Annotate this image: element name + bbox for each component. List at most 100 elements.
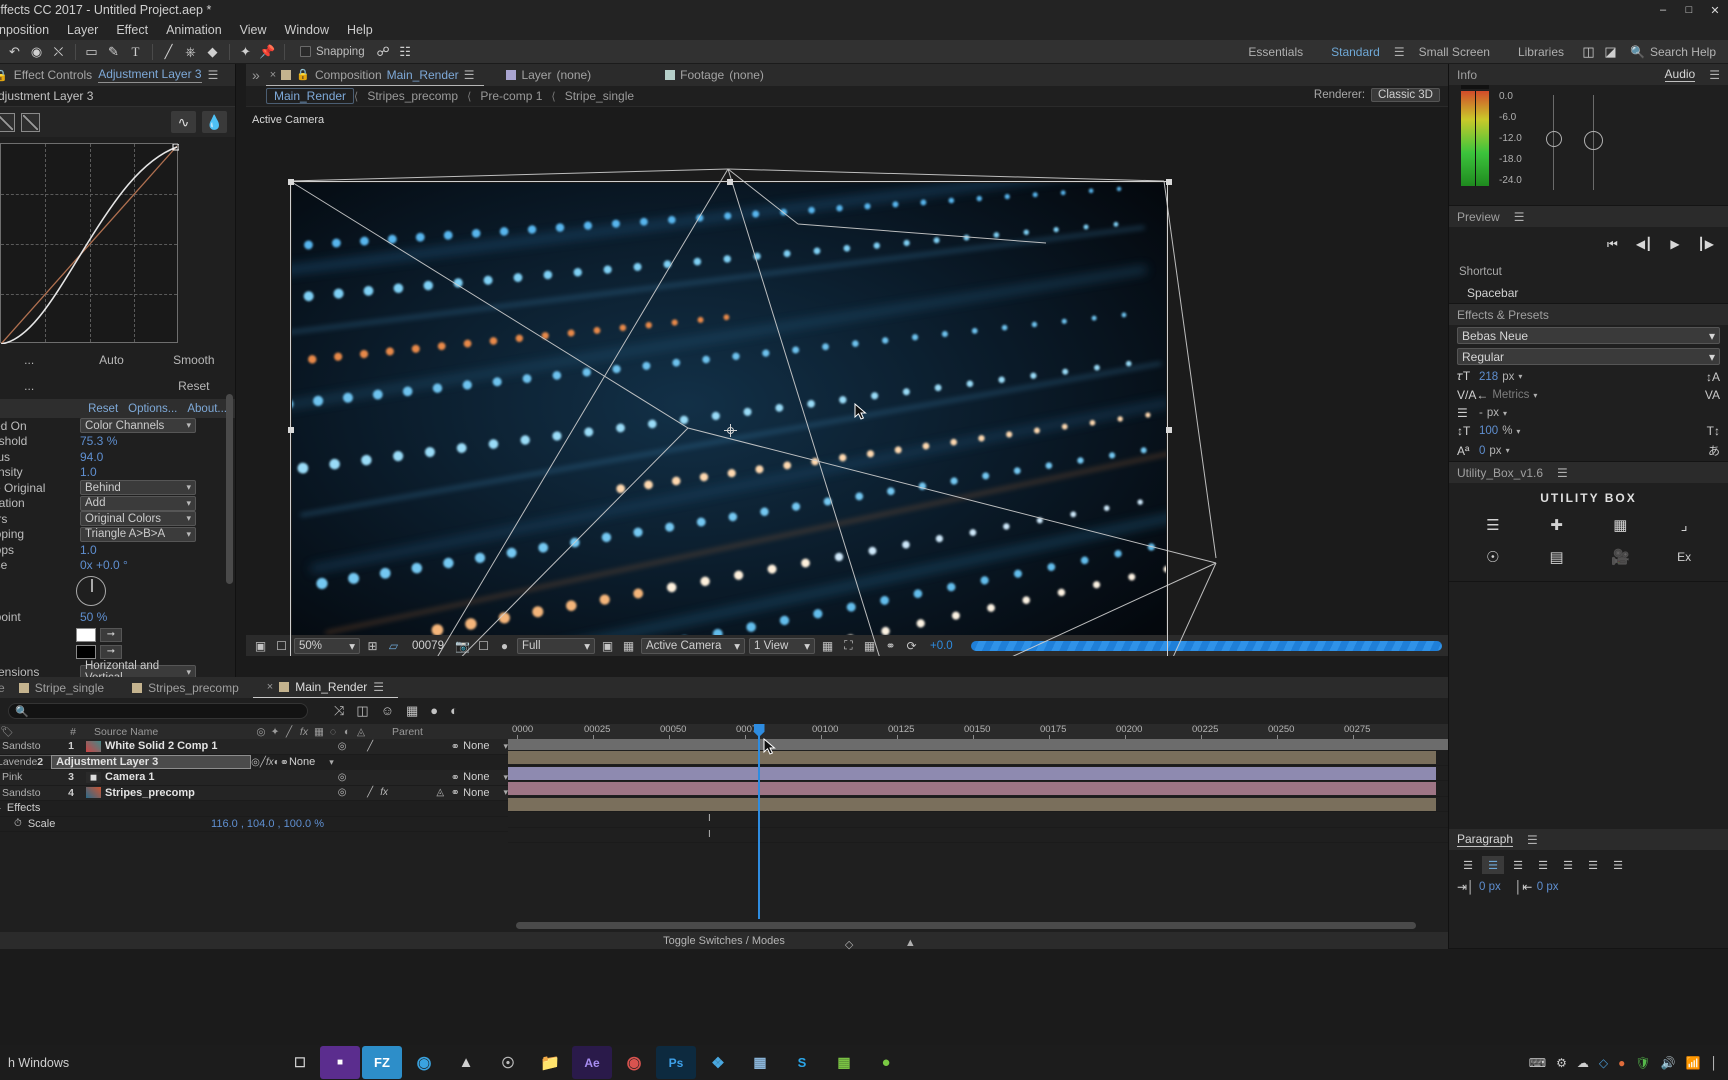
indent-right-field[interactable]: │⇤ 0 px [1515, 880, 1559, 894]
zoom-level-select[interactable]: 50% ▾ [294, 637, 360, 654]
param-select-looping[interactable]: Triangle A>B>A ▾ [80, 526, 196, 542]
curve-smooth-button[interactable]: Smooth [153, 353, 235, 367]
video-toggle-icon[interactable]: ◎ [251, 757, 260, 768]
grid-icon[interactable]: ☷ [395, 41, 416, 62]
menu-item-composition[interactable]: nposition [0, 23, 58, 37]
align-lines-icon[interactable]: ☰ [1463, 511, 1523, 539]
horizontal-scale-icon[interactable]: T↕ [1707, 424, 1720, 438]
effect-about-link[interactable]: About... [187, 403, 227, 415]
taskbar-app-photoshop[interactable]: Ps [656, 1046, 696, 1079]
effect-options-link[interactable]: Options... [128, 403, 177, 415]
shortcut-value[interactable]: Spacebar [1449, 283, 1728, 303]
audio-slider-left[interactable] [1542, 95, 1566, 190]
zoom-out-timeline-icon[interactable]: ◇ [845, 938, 853, 951]
puppet-pin-icon[interactable]: 📌 [257, 41, 278, 62]
chevron-down-icon[interactable]: ▾ [315, 757, 334, 768]
menu-item-help[interactable]: Help [338, 23, 382, 37]
param-value-loops[interactable]: 1.0 [80, 543, 97, 557]
work-area-bar[interactable] [508, 739, 1460, 750]
curve-pen-icon[interactable]: ∿ [171, 111, 196, 133]
show-snapshot-icon[interactable]: ☐ [475, 637, 492, 654]
slider-knob[interactable] [1583, 131, 1603, 150]
region-of-interest-icon[interactable]: ▱ [385, 637, 402, 654]
next-frame-icon[interactable]: ┃▶ [1698, 237, 1714, 251]
text-tool-icon[interactable]: T [125, 41, 146, 62]
tab-info[interactable]: Info [1457, 68, 1477, 82]
breadcrumb-stripe-single[interactable]: Stripe_single [556, 89, 643, 103]
zoom-in-timeline-icon[interactable]: ▲ [905, 937, 916, 949]
justify-all-icon[interactable]: ☰ [1607, 856, 1629, 874]
curve-preset-b-icon[interactable] [21, 112, 40, 132]
timeline-horizontal-scrollbar[interactable] [516, 922, 1416, 929]
param-select-based-on[interactable]: Color Channels ▾ [80, 418, 196, 434]
menu-item-effect[interactable]: Effect [107, 23, 157, 37]
composition-viewer[interactable]: Active Camera ▣ ☐ 50% ▾ ⊞ ▱ 00079 📷 ☐ ● … [246, 108, 1448, 656]
taskbar-app-skype-alt[interactable]: ☉ [488, 1046, 528, 1079]
layer-duration-bar[interactable] [508, 751, 1436, 764]
taskbar-app-filezilla[interactable]: FZ [362, 1046, 402, 1079]
parent-pickwhip-icon[interactable]: ⚭ [280, 756, 289, 769]
param-select-operation[interactable]: Add ▾ [80, 495, 196, 511]
vertical-scale-field[interactable]: ↕T 100 % ▾ [1457, 424, 1520, 438]
panel-menu-icon[interactable]: ☰ [1709, 68, 1720, 82]
tab-utility-box[interactable]: Utility_Box_v1.6 [1457, 466, 1543, 480]
draft-3d-icon[interactable]: ◫ [356, 703, 368, 719]
effect-reset-link[interactable]: Reset [88, 403, 118, 415]
tray-shield-icon[interactable]: 🛡 [1635, 1056, 1650, 1070]
table-row[interactable]: Lavende 2 Adjustment Layer 3 ◎ ╱ fx ◐ ⚭ … [0, 754, 334, 770]
split-grid-icon[interactable]: ▤ [1527, 543, 1587, 571]
video-toggle-icon[interactable]: ◎ [335, 787, 349, 798]
audio-slider-right[interactable] [1582, 95, 1606, 190]
justify-last-left-icon[interactable]: ☰ [1532, 856, 1554, 874]
layer-source-name[interactable]: Camera 1 [105, 771, 155, 783]
justify-last-center-icon[interactable]: ☰ [1557, 856, 1579, 874]
roto-brush-icon[interactable]: ✦ [235, 41, 256, 62]
taskbar-app-chrome[interactable]: ◉ [614, 1046, 654, 1079]
task-view-icon[interactable]: ☐ [280, 1046, 320, 1079]
font-size-field[interactable]: 𝜏T 218 px ▾ [1457, 369, 1522, 384]
chevron-down-icon[interactable]: ▾ [489, 787, 508, 798]
tab-layer[interactable]: Layer (none) [502, 64, 601, 86]
brush-tool-icon[interactable]: ╱ [158, 41, 179, 62]
param-select-composite-original[interactable]: Behind ▾ [80, 480, 196, 496]
align-left-icon[interactable]: ☰ [1457, 856, 1479, 874]
timeline-tab-stripe-single[interactable]: Stripe_single [5, 677, 118, 698]
threed-toggle-icon[interactable]: ◬ [433, 787, 447, 798]
tray-firefox-icon[interactable]: ● [1618, 1056, 1625, 1070]
kerning-field[interactable]: V/A← Metrics ▾ [1457, 388, 1537, 402]
video-toggle-icon[interactable]: ◎ [335, 772, 349, 783]
light-icon[interactable]: ☉ [1463, 543, 1523, 571]
table-row[interactable]: Sandsto 1 White Solid 2 Comp 1 ◎ ╱ ⚭ Non… [0, 739, 508, 755]
tray-show-desktop[interactable]: │ [1711, 1056, 1719, 1070]
taskbar-app-1[interactable]: ■ [320, 1046, 360, 1079]
table-row[interactable]: Pink 3 ◼ Camera 1 ◎ ⚭ None ▾ [0, 770, 508, 786]
menu-item-window[interactable]: Window [276, 23, 338, 37]
timeline-tab-stripes-precomp[interactable]: Stripes_precomp [118, 677, 253, 698]
curve-open-button[interactable]: ... [0, 353, 70, 367]
first-frame-icon[interactable]: ⏮ [1607, 237, 1618, 252]
workspace-essentials[interactable]: Essentials [1234, 40, 1317, 64]
maximize-button[interactable]: □ [1676, 0, 1702, 20]
taskbar-app-t[interactable]: ❖ [698, 1046, 738, 1079]
justify-last-right-icon[interactable]: ☰ [1582, 856, 1604, 874]
chevron-down-icon[interactable]: ▾ [489, 772, 508, 783]
camera-icon[interactable]: 🎥 [1591, 543, 1651, 571]
grid-icon[interactable]: ▦ [1591, 511, 1651, 539]
tray-volume-icon[interactable]: 🔊 [1661, 1056, 1676, 1070]
eyedropper-icon[interactable]: 💧 [202, 111, 227, 133]
tsume-icon[interactable]: あ [1708, 442, 1720, 459]
selection-icon[interactable]: ⛌ [48, 41, 69, 62]
menu-item-view[interactable]: View [231, 23, 276, 37]
fast-previews-icon[interactable]: ⛶ [840, 637, 857, 654]
region-interest-toggle-icon[interactable]: ▣ [599, 637, 616, 654]
time-ruler[interactable]: 0000 00025 00050 00075 00100 00125 00150… [508, 724, 1460, 739]
view-layout-select[interactable]: 1 View ▾ [748, 637, 815, 654]
tab-footage[interactable]: Footage (none) [661, 64, 774, 86]
previous-frame-icon[interactable]: ◀┃ [1636, 237, 1652, 251]
layer-source-name[interactable]: White Solid 2 Comp 1 [105, 740, 217, 752]
breadcrumb-main-render[interactable]: Main_Render [266, 88, 355, 104]
panel-menu-icon[interactable]: ☰ [1514, 210, 1525, 224]
taskbar-app-explorer[interactable]: 📁 [530, 1046, 570, 1079]
snapping-group[interactable]: Snapping [300, 46, 365, 58]
taskbar-app-skype[interactable]: S [782, 1046, 822, 1079]
